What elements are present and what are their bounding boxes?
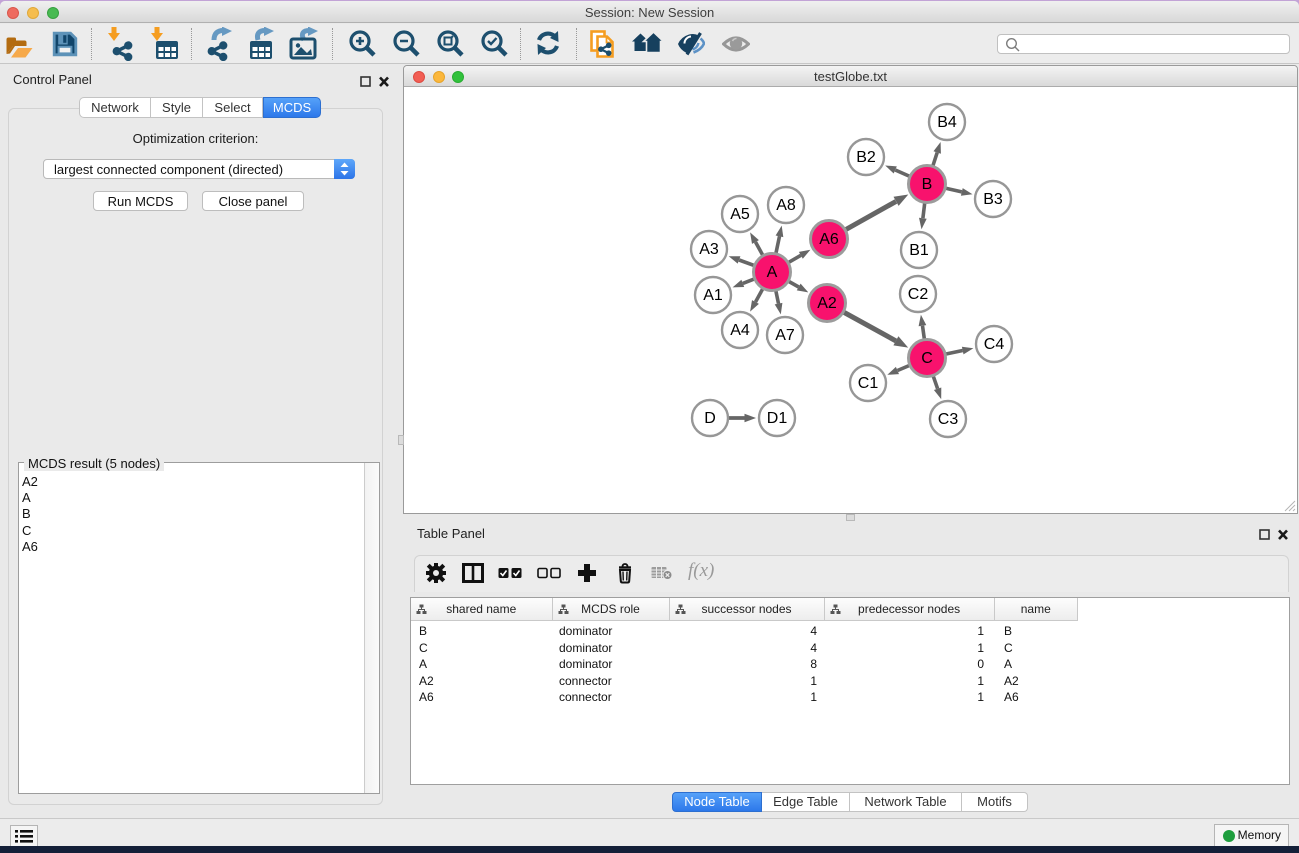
svg-text:B1: B1 [909,242,929,259]
svg-text:C2: C2 [908,286,929,303]
svg-text:B2: B2 [856,149,876,166]
svg-text:C4: C4 [984,336,1005,353]
svg-text:A8: A8 [776,197,796,214]
svg-text:A6: A6 [819,231,839,248]
svg-text:A5: A5 [730,206,750,223]
svg-text:A3: A3 [699,241,719,258]
svg-text:D: D [704,410,716,427]
svg-text:C3: C3 [938,411,959,428]
svg-text:B3: B3 [983,191,1003,208]
svg-text:B4: B4 [937,114,957,131]
svg-text:C1: C1 [858,375,879,392]
svg-text:A: A [767,264,778,281]
svg-text:A2: A2 [817,295,837,312]
svg-text:C: C [921,350,933,367]
svg-text:A1: A1 [703,287,723,304]
svg-text:D1: D1 [767,410,788,427]
svg-text:A7: A7 [775,327,795,344]
svg-text:B: B [922,176,933,193]
svg-text:A4: A4 [730,322,750,339]
